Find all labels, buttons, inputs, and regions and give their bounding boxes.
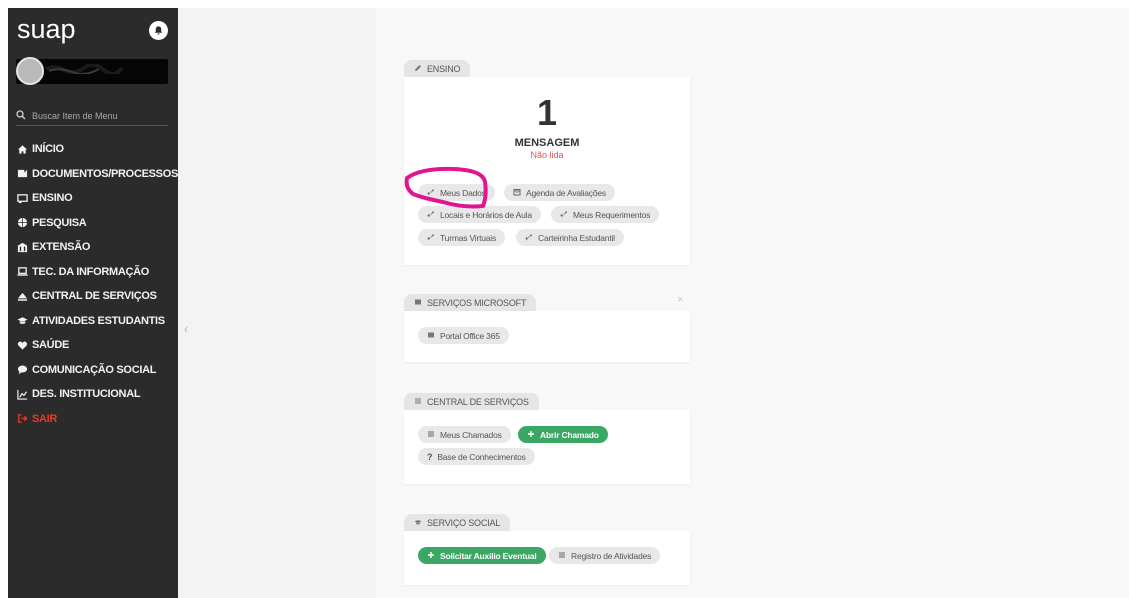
agenda-avaliacoes-link[interactable]: Agenda de Avaliações [504, 184, 615, 201]
comment-icon [17, 364, 28, 375]
list-icon [558, 551, 566, 561]
graduation-cap-icon [17, 315, 28, 326]
chip-label: Registro de Atividades [571, 550, 652, 561]
widget-tab-ensino: ENSINO [404, 60, 471, 77]
link-icon [427, 210, 435, 220]
tab-label: ENSINO [427, 63, 461, 74]
menu-search[interactable] [16, 106, 168, 126]
widget-tab-servico-social: SERVIÇO SOCIAL [404, 514, 511, 531]
sidebar-item-label: INÍCIO [32, 143, 64, 156]
sidebar-item-sair[interactable]: SAIR [17, 407, 177, 432]
sidebar-item-comunicacao-social[interactable]: COMUNICAÇÃO SOCIAL [17, 358, 177, 383]
search-input[interactable] [32, 110, 162, 121]
windows-icon [427, 331, 435, 341]
link-icon [525, 233, 533, 243]
sidebar-item-ensino[interactable]: ENSINO [17, 186, 177, 211]
building-icon [17, 242, 28, 253]
widget-tab-central-servicos: CENTRAL DE SERVIÇOS [404, 393, 539, 410]
globe-icon [17, 217, 28, 228]
list-icon [427, 430, 435, 440]
home-icon [17, 144, 28, 155]
portal-office-365-link[interactable]: Portal Office 365 [418, 327, 509, 344]
sidebar-item-central-servicos[interactable]: CENTRAL DE SERVIÇOS [17, 284, 177, 309]
sidebar-item-pesquisa[interactable]: PESQUISA [17, 211, 177, 236]
chip-label: Meus Requerimentos [573, 209, 651, 220]
list-icon [414, 397, 422, 407]
close-icon[interactable]: × [677, 294, 683, 306]
link-icon [560, 210, 568, 220]
sidebar-item-label: DOCUMENTOS/PROCESSOS [32, 167, 178, 180]
sidebar-item-label: TEC. DA INFORMAÇÃO [32, 265, 150, 278]
pencil-icon [414, 64, 422, 74]
laptop-icon [17, 266, 28, 277]
sidebar-item-label: ATIVIDADES ESTUDANTIS [32, 314, 165, 327]
highlight-annotation [404, 166, 488, 209]
sidebar-item-extensao[interactable]: EXTENSÃO [17, 235, 177, 260]
chip-label: Abrir Chamado [540, 429, 599, 440]
turmas-virtuais-link[interactable]: Turmas Virtuais [418, 229, 506, 246]
collapse-sidebar-chevron-icon[interactable]: ‹ [184, 322, 188, 336]
registro-atividades-link[interactable]: Registro de Atividades [549, 547, 661, 564]
sidebar-item-label: SAÚDE [32, 339, 70, 352]
calendar-icon [513, 188, 521, 198]
meus-requerimentos-link[interactable]: Meus Requerimentos [551, 206, 660, 223]
document-icon [17, 168, 28, 179]
message-count[interactable]: 1 [404, 92, 690, 134]
chip-label: Agenda de Avaliações [526, 187, 606, 198]
sidebar-item-label: EXTENSÃO [32, 241, 91, 254]
chip-label: Base de Conhecimentos [437, 451, 526, 462]
sidebar-item-label: DES. INSTITUCIONAL [32, 388, 141, 401]
unread-label[interactable]: Não lida [404, 150, 690, 160]
chart-icon [17, 389, 28, 400]
chip-label: Solicitar Auxílio Eventual [440, 550, 537, 561]
plus-icon [527, 430, 535, 440]
meus-chamados-link[interactable]: Meus Chamados [418, 426, 511, 443]
sidebar-item-label: PESQUISA [32, 216, 87, 229]
chip-label: Locais e Horários de Aula [440, 209, 532, 220]
eject-icon [17, 291, 28, 302]
widget-tab-microsoft: SERVIÇOS MICROSOFT [404, 294, 537, 311]
sidebar-item-label: ENSINO [32, 192, 73, 205]
question-icon: ? [427, 451, 433, 462]
tab-label: SERVIÇOS MICROSOFT [427, 297, 527, 308]
carteirinha-estudantil-link[interactable]: Carteirinha Estudantil [516, 229, 624, 246]
graduation-cap-icon [414, 518, 422, 528]
tab-label: CENTRAL DE SERVIÇOS [427, 396, 529, 407]
sidebar-item-atividades-estudantis[interactable]: ATIVIDADES ESTUDANTIS [17, 309, 177, 334]
chip-label: Carteirinha Estudantil [538, 232, 615, 243]
chip-label: Meus Chamados [440, 429, 502, 440]
notifications-bell-icon[interactable] [149, 21, 168, 40]
sign-out-icon [17, 413, 28, 424]
app-logo[interactable]: suap [17, 14, 76, 45]
sidebar-item-label: COMUNICAÇÃO SOCIAL [32, 363, 157, 376]
message-label: MENSAGEM [514, 137, 580, 149]
chip-label: Turmas Virtuais [440, 232, 497, 243]
widget-panel-central-servicos [404, 410, 690, 484]
sidebar-item-label: SAIR [32, 412, 58, 425]
windows-icon [414, 298, 422, 308]
sidebar-item-tec-informacao[interactable]: TEC. DA INFORMAÇÃO [17, 260, 177, 285]
redacted-username [45, 64, 124, 74]
chalkboard-icon [17, 193, 28, 204]
heartbeat-icon [17, 340, 28, 351]
base-conhecimentos-link[interactable]: ? Base de Conhecimentos [418, 448, 535, 465]
sidebar-gutter [178, 8, 376, 598]
abrir-chamado-button[interactable]: Abrir Chamado [518, 426, 608, 443]
chip-label: Portal Office 365 [440, 330, 500, 341]
sidebar-item-saude[interactable]: SAÚDE [17, 333, 177, 358]
tab-label: SERVIÇO SOCIAL [427, 517, 501, 528]
sidebar-nav: INÍCIO DOCUMENTOS/PROCESSOS ENSINO PESQU… [17, 137, 178, 432]
avatar[interactable] [16, 57, 44, 85]
sidebar-item-inicio[interactable]: INÍCIO [17, 137, 177, 162]
plus-icon [427, 551, 435, 561]
sidebar-item-label: CENTRAL DE SERVIÇOS [32, 290, 157, 303]
link-icon [427, 233, 435, 243]
solicitar-auxilio-eventual-button[interactable]: Solicitar Auxílio Eventual [418, 547, 546, 564]
sidebar-item-des-institucional[interactable]: DES. INSTITUCIONAL [17, 382, 177, 407]
sidebar-item-documentos[interactable]: DOCUMENTOS/PROCESSOS [17, 162, 178, 187]
search-icon [16, 107, 26, 125]
